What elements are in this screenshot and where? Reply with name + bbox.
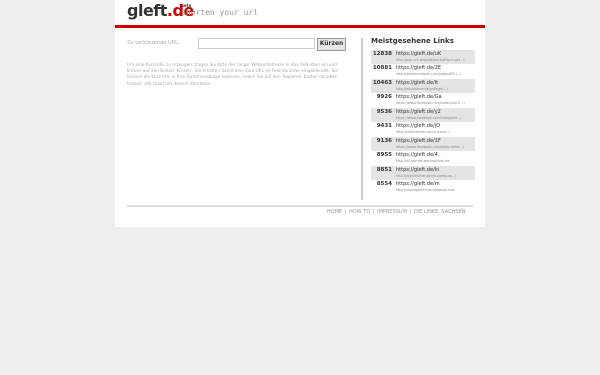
list-item[interactable]: 9136 https://gleft.de/1F https://www.faceb…	[371, 136, 475, 152]
most-viewed-list: 12838 https://gleft.de/uK http://pop-vnt.w…	[371, 50, 475, 195]
short-link[interactable]: https://gleft.de/2E	[396, 65, 441, 71]
list-item[interactable]: 9536 https://gleft.de/y2 https://www.faceb…	[371, 107, 475, 123]
view-count: 8554	[376, 181, 392, 188]
page-container: gleft.de beta shorten your url Zu verkür…	[115, 0, 485, 227]
footer-link-howto[interactable]: HOW TO	[349, 209, 370, 215]
list-item[interactable]: 10881 https://gleft.de/2E http://www.faceb…	[371, 64, 475, 79]
list-item[interactable]: 9431 https://gleft.de/jO http://linkshfuhr…	[371, 122, 475, 137]
long-url: https://www.facebook.com/bodo.ramel...)	[396, 144, 465, 149]
list-item[interactable]: 8554 https://gleft.de/m http://roseegoonth…	[371, 180, 475, 195]
short-link[interactable]: https://gleft.de/m	[396, 181, 440, 187]
footer-separator: |	[344, 209, 347, 215]
footer-separator: |	[372, 209, 375, 215]
most-viewed-title: Meistgesehene Links	[371, 37, 454, 45]
short-link[interactable]: https://gleft.de/Ga	[396, 94, 442, 100]
url-input[interactable]	[198, 38, 315, 49]
footer-link-home[interactable]: HOME	[327, 209, 342, 215]
view-count: 10463	[372, 79, 392, 86]
short-link[interactable]: https://gleft.de/ki	[396, 167, 439, 173]
short-link[interactable]: https://gleft.de/y2	[396, 109, 441, 115]
long-url: http://linkshfuhrer.de/im-wertpunt...)	[396, 173, 457, 178]
long-url: https://www.facebook.com/notes.php?(...)	[396, 101, 465, 106]
view-count: 12838	[372, 51, 392, 57]
view-count: 9136	[376, 137, 392, 144]
short-link[interactable]: https://gleft.de/1F	[396, 138, 441, 144]
view-count: 8955	[376, 152, 392, 159]
long-url: http://inlshfuhrer.de/anfinge/...)	[396, 86, 448, 91]
short-link[interactable]: https://gleft.de/lt	[396, 80, 438, 86]
long-url: https://www.facebook.com/linkspamt...)	[396, 115, 462, 120]
footer-link-die-linke[interactable]: DIE LINKE. SACHSEN	[414, 209, 466, 215]
view-count: 10881	[372, 65, 392, 72]
list-item[interactable]: 10463 https://gleft.de/lt http://inlshfuhr…	[371, 78, 475, 94]
logo-main: gleft	[127, 1, 167, 20]
footer-nav: HOME | HOW TO | IMPRESSUM | DIE LINKE. S…	[327, 209, 465, 215]
footer-link-impressum[interactable]: IMPRESSUM	[377, 209, 407, 215]
list-item[interactable]: 8851 https://gleft.de/ki http://linkshfuhr…	[371, 165, 475, 181]
long-url: http://m.daimke-wannachsen.de	[396, 159, 450, 164]
long-url: http://roseegoonthink.blogspot.com	[396, 188, 456, 193]
list-item[interactable]: 9926 https://gleft.de/Ga https://www.faceb…	[371, 93, 475, 108]
view-count: 9431	[376, 123, 392, 130]
column-divider	[361, 38, 363, 200]
short-link[interactable]: https://gleft.de/jO	[396, 123, 440, 129]
view-count: 9536	[376, 108, 392, 115]
header-divider	[115, 25, 485, 28]
list-item[interactable]: 8955 https://gleft.de/4 http://m.daimke-wa…	[371, 151, 475, 166]
long-url: http://linkshfuhrer.de/im-wand...)	[396, 130, 451, 135]
tagline: shorten your url	[181, 8, 259, 17]
footer-divider	[127, 205, 473, 207]
long-url: http://pop-vnt.wla/pde/buckqi?ap=rget...…	[396, 58, 465, 62]
long-url: http://www.facebook.com/pages/ER-(...)	[396, 72, 462, 77]
short-link[interactable]: https://gleft.de/4	[396, 152, 438, 158]
list-item[interactable]: 12838 https://gleft.de/uK http://pop-vnt.w…	[371, 50, 475, 65]
header: gleft.de beta shorten your url	[115, 0, 485, 24]
view-count: 8851	[376, 166, 392, 173]
url-label: Zu verkürzende URL:	[127, 40, 180, 46]
view-count: 9926	[376, 94, 392, 101]
short-link[interactable]: https://gleft.de/uK	[396, 51, 441, 57]
help-text: Um eine Kurz-URL zu erzeugen, tragen Sie…	[127, 62, 338, 86]
shorten-button[interactable]: Kürzen	[317, 38, 346, 51]
footer-separator: |	[409, 209, 412, 215]
